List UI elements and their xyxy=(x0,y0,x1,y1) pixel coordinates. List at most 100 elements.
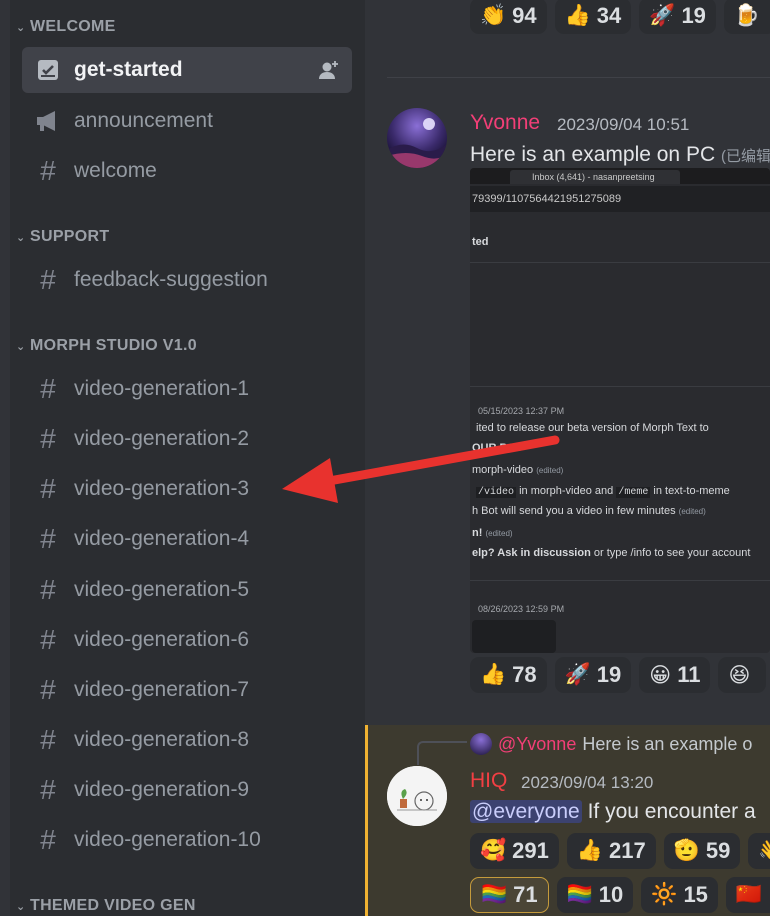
channel-feedback-suggestion[interactable]: # feedback-suggestion xyxy=(22,257,352,303)
channel-video-generation-7[interactable]: # video-generation-7 xyxy=(22,667,352,713)
hash-icon: # xyxy=(40,674,56,705)
category-morph-studio[interactable]: ⌄ MORPH STUDIO V1.0 xyxy=(16,331,197,361)
rocket-emoji-icon: 🚀 xyxy=(649,4,676,27)
channel-welcome[interactable]: # welcome xyxy=(22,148,352,194)
screenshot-text: n! xyxy=(472,527,483,539)
thumbs-up-emoji-icon: 👍 xyxy=(564,4,591,27)
reaction-button[interactable]: 🫡 59 xyxy=(663,833,741,869)
reaction-button[interactable]: 😆 xyxy=(718,657,767,693)
browser-url: 79399/1107564421951275089 xyxy=(470,186,770,212)
channel-get-started[interactable]: get-started xyxy=(22,47,352,93)
reaction-count: 19 xyxy=(596,662,622,687)
megaphone-icon xyxy=(34,107,62,135)
channel-name: video-generation-3 xyxy=(74,477,250,500)
hash-icon: # xyxy=(40,373,56,404)
channel-name: video-generation-8 xyxy=(74,728,250,751)
message-text: Here is an example on PC xyxy=(470,143,716,166)
reaction-count: 59 xyxy=(705,838,731,863)
attached-screenshot[interactable]: Inbox (4,641) - nasanpreetsing 79399/110… xyxy=(470,168,770,653)
thumbs-up-emoji-icon: 👍 xyxy=(576,839,604,862)
message-timestamp: 2023/09/04 10:51 xyxy=(557,115,690,134)
reaction-button[interactable]: 🚀 19 xyxy=(554,657,632,693)
reaction-button[interactable]: 👏 94 xyxy=(470,0,547,34)
category-label: THEMED VIDEO GEN xyxy=(30,897,196,914)
channel-video-generation-9[interactable]: # video-generation-9 xyxy=(22,767,352,813)
thumbs-up-emoji-icon: 👍 xyxy=(480,663,507,686)
reaction-bar-message2-row2: 🏳️‍🌈 71 🏳️‍🌈 10 🔆 15 🇨🇳 xyxy=(470,877,770,913)
chevron-down-icon: ⌄ xyxy=(16,340,26,353)
edited-label: (edited) xyxy=(678,507,706,516)
message-area: 👏 94 👍 34 🚀 19 🍺 Yvonne 2023/09/04 10:51 He… xyxy=(365,0,770,916)
channel-sidebar: ⌄ WELCOME get-started announcement # wel… xyxy=(10,0,365,916)
channel-video-generation-5[interactable]: # video-generation-5 xyxy=(22,567,352,613)
screenshot-rule xyxy=(470,386,770,387)
reply-text: Here is an example o xyxy=(582,733,753,754)
reply-connector xyxy=(417,741,467,765)
hash-icon: # xyxy=(40,473,56,504)
reaction-count: 217 xyxy=(609,838,646,863)
screenshot-text: elp? Ask in xyxy=(472,547,531,559)
reaction-button[interactable]: 😀 11 xyxy=(639,657,711,693)
reaction-count: 78 xyxy=(512,662,537,687)
screenshot-date: 05/15/2023 12:37 PM xyxy=(478,406,565,416)
grin-emoji-icon: 😀 xyxy=(649,663,672,687)
channel-video-generation-3[interactable]: # video-generation-3 xyxy=(22,466,352,512)
tab-title: Inbox (4,641) - nasanpreetsing xyxy=(532,172,655,182)
category-label: SUPPORT xyxy=(30,228,110,245)
reaction-button[interactable]: 👍 34 xyxy=(554,0,632,34)
message-text: If you encounter a xyxy=(587,800,756,823)
screenshot-line: ited to release our beta version of Morp… xyxy=(476,422,709,434)
reaction-button[interactable]: 👍 217 xyxy=(566,833,656,869)
rainbow-flag-emoji-icon: 🏳️‍🌈 xyxy=(481,883,508,906)
channel-video-generation-2[interactable]: # video-generation-2 xyxy=(22,416,352,462)
laugh-emoji-icon: 😆 xyxy=(728,663,751,687)
hash-icon: # xyxy=(40,574,56,605)
channel-video-generation-10[interactable]: # video-generation-10 xyxy=(22,817,352,863)
hash-icon: # xyxy=(40,264,56,295)
channel-name: get-started xyxy=(74,58,183,81)
reply-author[interactable]: @Yvonne xyxy=(498,734,576,755)
channel-video-generation-8[interactable]: # video-generation-8 xyxy=(22,717,352,763)
channel-name: video-generation-2 xyxy=(74,427,250,450)
screenshot-code: /video xyxy=(476,487,517,498)
reaction-count: 10 xyxy=(598,882,624,907)
reaction-button[interactable]: 🚀 19 xyxy=(639,0,716,34)
channel-name: video-generation-5 xyxy=(74,578,250,601)
clap-emoji-icon: 👏 xyxy=(480,4,507,27)
avatar[interactable] xyxy=(387,108,447,168)
reaction-button[interactable]: 🇨🇳 xyxy=(725,877,770,913)
reaction-button[interactable]: 🥰 291 xyxy=(470,833,559,869)
reaction-button[interactable]: 🔆 15 xyxy=(641,877,718,913)
edited-label: (edited) xyxy=(536,466,564,475)
screenshot-date: 08/26/2023 12:59 PM xyxy=(478,604,565,614)
browser-tab: Inbox (4,641) - nasanpreetsing xyxy=(510,170,680,184)
reaction-button[interactable]: 👋 xyxy=(748,833,770,869)
screenshot-rule xyxy=(470,580,770,581)
screenshot-code: /meme xyxy=(616,487,651,498)
category-welcome[interactable]: ⌄ WELCOME xyxy=(16,12,116,42)
reply-preview[interactable]: @Yvonne Here is an example o xyxy=(470,733,752,755)
message-author[interactable]: HIQ xyxy=(470,769,507,793)
channel-video-generation-6[interactable]: # video-generation-6 xyxy=(22,617,352,663)
reaction-count: 19 xyxy=(681,3,706,28)
add-user-icon[interactable] xyxy=(318,59,340,81)
channel-announcement[interactable]: announcement xyxy=(22,98,352,144)
reaction-button[interactable]: 🍺 xyxy=(723,0,770,34)
channel-name: announcement xyxy=(74,109,213,132)
author-name[interactable]: Yvonne xyxy=(470,111,540,134)
everyone-mention[interactable]: @everyone xyxy=(470,800,582,823)
avatar[interactable] xyxy=(387,766,447,826)
smiling-hearts-emoji-icon: 🥰 xyxy=(480,839,507,862)
reaction-button[interactable]: 🏳️‍🌈 10 xyxy=(556,877,634,913)
reaction-bar-message1: 👍 78 🚀 19 😀 11 😆 xyxy=(470,657,767,693)
message-author[interactable]: Yvonne xyxy=(470,111,540,135)
reaction-button[interactable]: 🏳️‍🌈 71 xyxy=(470,877,549,913)
category-support[interactable]: ⌄ SUPPORT xyxy=(16,222,109,252)
chevron-down-icon: ⌄ xyxy=(16,900,26,913)
reaction-button[interactable]: 👍 78 xyxy=(470,657,547,693)
category-themed-video-gen[interactable]: ⌄ THEMED VIDEO GEN xyxy=(16,891,196,916)
channel-video-generation-4[interactable]: # video-generation-4 xyxy=(22,516,352,562)
channel-video-generation-1[interactable]: # video-generation-1 xyxy=(22,366,352,412)
screenshot-line: OUR BOT xyxy=(472,442,523,454)
author-name[interactable]: HIQ xyxy=(470,769,507,792)
